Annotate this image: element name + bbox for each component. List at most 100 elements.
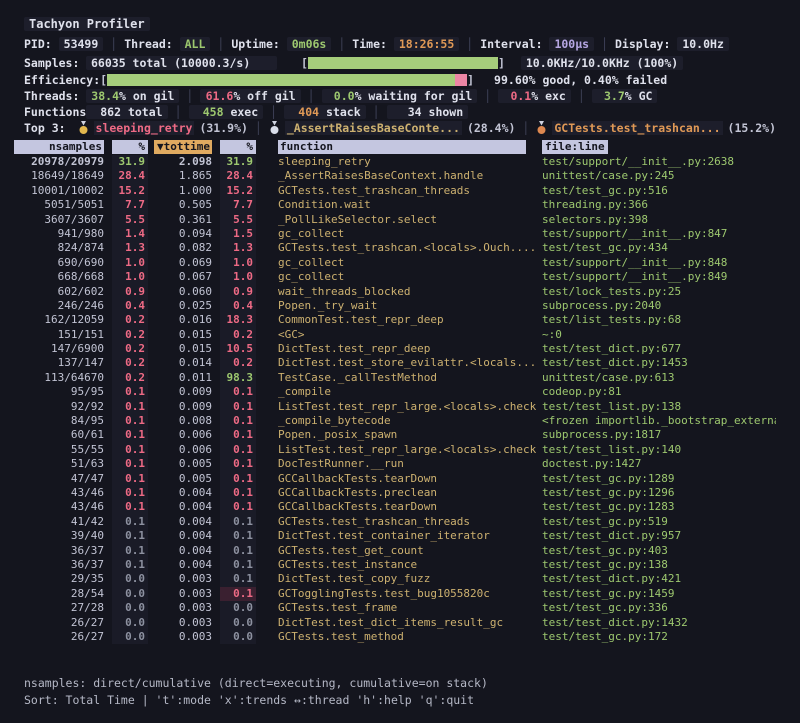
- direct-pct-cell: 0.9: [112, 285, 148, 299]
- table-row: 137/147 0.2 0.014 0.2 DictTest.test_stor…: [24, 356, 776, 370]
- tottime-cell: 0.006: [148, 428, 212, 442]
- table-row: 47/47 0.1 0.005 0.1 GCCallbackTests.tear…: [24, 472, 776, 486]
- threads-stat-on-gil: 38.4% on gil: [86, 89, 179, 103]
- direct-pct-cell: 0.4: [112, 299, 148, 313]
- nsamples-cell: 41/42: [24, 515, 104, 529]
- nsamples-cell: 95/95: [24, 385, 104, 399]
- function-cell: GCTests.test_trashcan_threads: [256, 184, 542, 198]
- direct-pct-cell: 0.1: [112, 472, 148, 486]
- function-cell: GCTests.test_frame: [256, 601, 542, 615]
- table-row: 162/12059 0.2 0.016 18.3 CommonTest.test…: [24, 313, 776, 327]
- cum-pct-cell: 0.1: [220, 457, 256, 471]
- samples-rate-bar: [308, 57, 498, 69]
- table-row: 668/668 1.0 0.067 1.0 gc_collect test/su…: [24, 270, 776, 284]
- tottime-cell: 0.060: [148, 285, 212, 299]
- cum-pct-cell: 18.3: [220, 313, 256, 327]
- efficiency-bar-good: [107, 74, 455, 86]
- top3-pct: (15.2%): [728, 121, 776, 135]
- nsamples-cell: 43/46: [24, 486, 104, 500]
- silver-medal-icon: [269, 121, 280, 135]
- direct-pct-cell: 7.7: [112, 198, 148, 212]
- header-file-line[interactable]: file:line: [542, 140, 608, 154]
- separator: │: [578, 89, 585, 103]
- table-row: 28/54 0.0 0.003 0.1 GCTogglingTests.test…: [24, 587, 776, 601]
- tottime-cell: 0.004: [148, 544, 212, 558]
- function-cell: DictTest.test_dict_items_result_gc: [256, 616, 542, 630]
- footer-legend: nsamples: direct/cumulative (direct=exec…: [24, 674, 776, 691]
- top3-line: Top 3: sleeping_retry (31.9%) │ _AssertR…: [24, 119, 776, 137]
- nsamples-cell: 113/64670: [24, 371, 104, 385]
- file-line-cell: test/test_dict.py:677: [542, 342, 776, 356]
- header-direct-pct[interactable]: %: [112, 140, 148, 154]
- threads-stat-off-gil: 61.6% off gil: [200, 89, 300, 103]
- file-line-cell: test/test_gc.py:434: [542, 241, 776, 255]
- function-cell: DictTest.test_container_iterator: [256, 529, 542, 543]
- tottime-cell: 0.015: [148, 342, 212, 356]
- function-cell: GCTogglingTests.test_bug1055820c: [256, 587, 542, 601]
- samples-line: Samples: 66035 total (10000.3/s) [] 10.0…: [24, 54, 776, 72]
- nsamples-cell: 162/12059: [24, 313, 104, 327]
- direct-pct-cell: 0.1: [112, 558, 148, 572]
- cum-pct-cell: 0.0: [220, 616, 256, 630]
- function-cell: GCCallbackTests.preclean: [256, 486, 542, 500]
- tottime-cell: 0.004: [148, 515, 212, 529]
- function-cell: Popen._posix_spawn: [256, 428, 542, 442]
- cum-pct-cell: 0.1: [220, 385, 256, 399]
- cum-pct-cell: 0.1: [220, 443, 256, 457]
- file-line-cell: test/test_gc.py:516: [542, 184, 776, 198]
- cum-pct-cell: 1.0: [220, 256, 256, 270]
- top3-name: GCTests.test_trashcan...: [552, 121, 722, 135]
- cum-pct-cell: 0.1: [220, 472, 256, 486]
- function-cell: DocTestRunner.__run: [256, 457, 542, 471]
- meta-line: PID: 53499 │ Thread: ALL │ Uptime: 0m06s…: [24, 34, 776, 54]
- direct-pct-cell: 0.1: [112, 414, 148, 428]
- tottime-cell: 2.098: [148, 155, 212, 169]
- tottime-cell: 0.006: [148, 443, 212, 457]
- file-line-cell: test/test_list.py:138: [542, 400, 776, 414]
- tottime-cell: 0.069: [148, 256, 212, 270]
- direct-pct-cell: 0.1: [112, 544, 148, 558]
- bronze-medal-icon: [536, 121, 547, 135]
- table-header: nsamples % ▼tottime % function file:line: [24, 138, 776, 155]
- direct-pct-cell: 0.1: [112, 515, 148, 529]
- cum-pct-cell: 0.0: [220, 601, 256, 615]
- tottime-cell: 0.016: [148, 313, 212, 327]
- file-line-cell: test/support/__init__.py:2638: [542, 155, 776, 169]
- file-line-cell: selectors.py:398: [542, 213, 776, 227]
- function-cell: GCTests.test_trashcan_threads: [256, 515, 542, 529]
- thread-value[interactable]: ALL: [180, 37, 211, 51]
- tottime-cell: 0.003: [148, 587, 212, 601]
- bracket-open: [: [301, 56, 308, 70]
- function-cell: gc_collect: [256, 227, 542, 241]
- header-function[interactable]: function: [278, 140, 526, 154]
- cum-pct-cell: 0.1: [220, 400, 256, 414]
- nsamples-cell: 151/151: [24, 328, 104, 342]
- nsamples-cell: 92/92: [24, 400, 104, 414]
- separator: │: [373, 105, 380, 119]
- table-row: 84/95 0.1 0.008 0.1 _compile_bytecode <f…: [24, 414, 776, 428]
- function-cell: gc_collect: [256, 256, 542, 270]
- table-row: 39/40 0.1 0.004 0.1 DictTest.test_contai…: [24, 529, 776, 543]
- function-cell: DictTest.test_repr_deep: [256, 342, 542, 356]
- direct-pct-cell: 0.0: [112, 587, 148, 601]
- nsamples-cell: 60/61: [24, 428, 104, 442]
- function-cell: ListTest.test_repr_large.<locals>.check: [256, 443, 542, 457]
- uptime-value: 0m06s: [287, 37, 332, 51]
- function-cell: _PollLikeSelector.select: [256, 213, 542, 227]
- header-tottime-sorted[interactable]: ▼tottime: [154, 140, 212, 154]
- direct-pct-cell: 0.2: [112, 371, 148, 385]
- nsamples-cell: 28/54: [24, 587, 104, 601]
- tottime-cell: 0.094: [148, 227, 212, 241]
- table-row: 41/42 0.1 0.004 0.1 GCTests.test_trashca…: [24, 515, 776, 529]
- table-row: 941/980 1.4 0.094 1.5 gc_collect test/su…: [24, 227, 776, 241]
- tottime-cell: 0.004: [148, 500, 212, 514]
- nsamples-cell: 10001/10002: [24, 184, 104, 198]
- efficiency-summary: 99.60% good, 0.40% failed: [494, 73, 667, 87]
- direct-pct-cell: 31.9: [112, 155, 148, 169]
- separator: │: [601, 37, 608, 51]
- cum-pct-cell: 0.1: [220, 572, 256, 586]
- time-value: 18:26:55: [394, 37, 459, 51]
- direct-pct-cell: 0.0: [112, 630, 148, 644]
- header-nsamples[interactable]: nsamples: [14, 140, 104, 154]
- header-cum-pct[interactable]: %: [220, 140, 256, 154]
